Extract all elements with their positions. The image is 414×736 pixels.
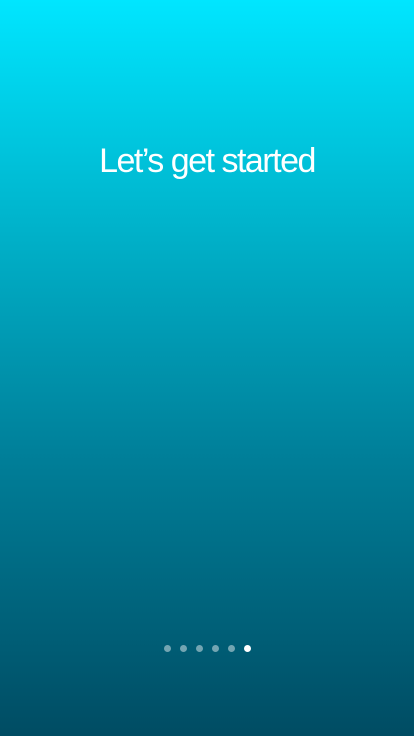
page-dot-6-active[interactable] <box>243 644 251 652</box>
page-indicator[interactable] <box>0 643 414 653</box>
onboarding-title: Let’s get started <box>99 142 316 180</box>
page-dot-4[interactable] <box>211 644 219 652</box>
page-dot-1[interactable] <box>163 644 171 652</box>
page-dot-2[interactable] <box>179 644 187 652</box>
page-dot-3[interactable] <box>195 644 203 652</box>
onboarding-screen: Let’s get started <box>0 0 414 736</box>
page-dot-5[interactable] <box>227 644 235 652</box>
